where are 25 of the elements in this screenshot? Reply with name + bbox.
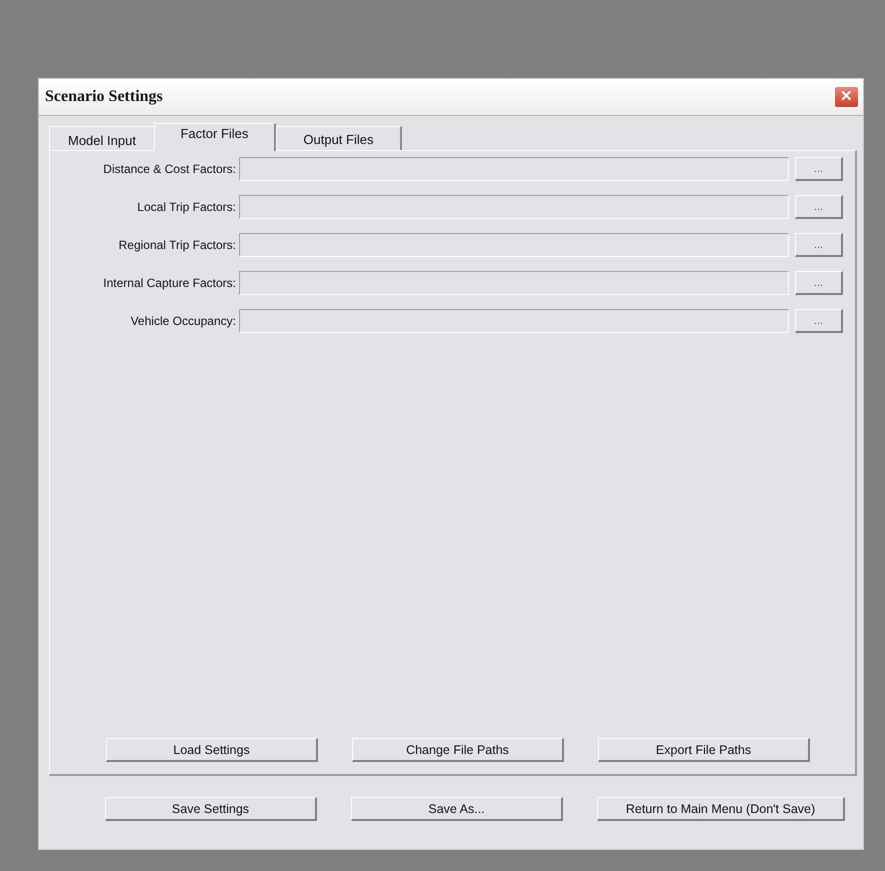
field-label: Vehicle Occupancy: xyxy=(130,314,237,328)
tab[interactable]: Output Files xyxy=(276,126,402,150)
footer-button[interactable]: Save As... xyxy=(351,797,563,821)
browse-button[interactable]: ... xyxy=(795,195,843,219)
footer-button[interactable]: Return to Main Menu (Don't Save) xyxy=(597,797,845,821)
tab[interactable]: Model Input xyxy=(49,126,154,150)
browse-button[interactable]: ... xyxy=(795,157,843,181)
file-path-field[interactable] xyxy=(239,309,789,333)
action-button[interactable]: Load Settings xyxy=(106,738,318,762)
browse-button[interactable]: ... xyxy=(795,271,843,295)
tab[interactable]: Factor Files xyxy=(154,123,276,151)
file-path-field[interactable] xyxy=(239,233,789,257)
browse-button[interactable]: ... xyxy=(795,309,843,333)
file-path-field[interactable] xyxy=(239,157,789,181)
action-button[interactable]: Change File Paths xyxy=(352,738,564,762)
field-label: Local Trip Factors: xyxy=(136,200,237,214)
field-label: Regional Trip Factors: xyxy=(118,238,237,252)
action-button[interactable]: Export File Paths xyxy=(598,738,810,762)
field-label: Distance & Cost Factors: xyxy=(102,162,237,176)
window-title: Scenario Settings xyxy=(45,88,163,106)
file-path-field[interactable] xyxy=(239,271,789,295)
footer-button[interactable]: Save Settings xyxy=(105,797,317,821)
field-label: Internal Capture Factors: xyxy=(102,276,237,290)
browse-button[interactable]: ... xyxy=(795,233,843,257)
file-path-field[interactable] xyxy=(239,195,789,219)
